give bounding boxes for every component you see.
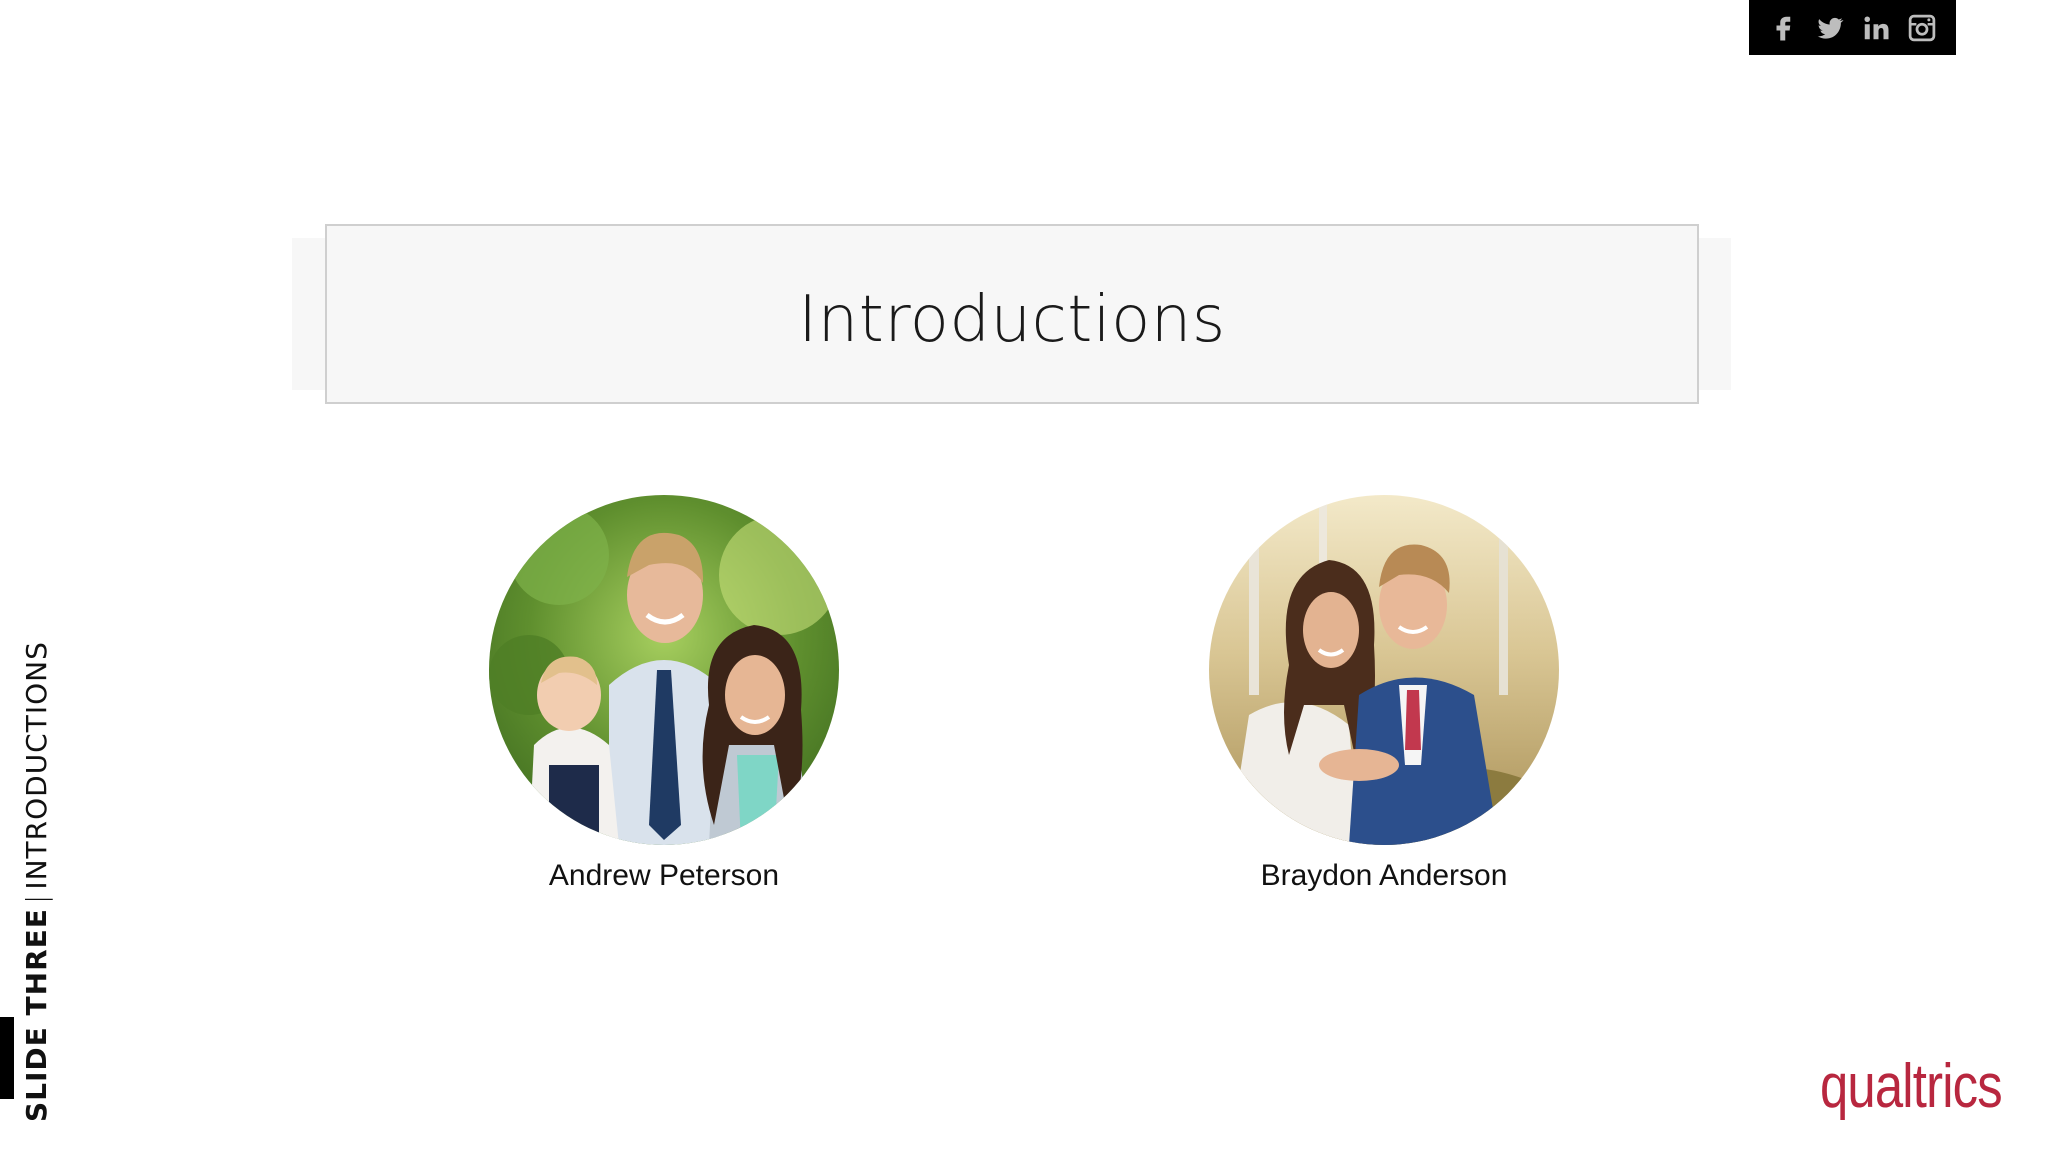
twitter-icon[interactable] xyxy=(1813,11,1847,45)
label-separator: | xyxy=(20,893,53,905)
social-bar xyxy=(1749,0,1956,55)
person-card-andrew: Andrew Peterson xyxy=(484,495,844,893)
person-name: Andrew Peterson xyxy=(548,859,780,892)
slide-number-label: SLIDE THREE xyxy=(20,908,53,1122)
profile-photo-andrew xyxy=(489,495,839,845)
slide: Introductions Andrew Peterson Braydon An… xyxy=(0,0,2048,1152)
linkedin-icon[interactable] xyxy=(1859,11,1893,45)
slide-section-label: SLIDE THREE | INTRODUCTIONS xyxy=(20,641,53,1122)
slide-title: Introductions xyxy=(798,283,1226,357)
side-marker xyxy=(0,1017,14,1099)
instagram-icon[interactable] xyxy=(1905,11,1939,45)
profile-photo-braydon xyxy=(1209,495,1559,845)
qualtrics-logo: qualtrics xyxy=(1820,1052,2003,1121)
section-name-label: INTRODUCTIONS xyxy=(20,641,53,890)
facebook-icon[interactable] xyxy=(1767,11,1801,45)
person-card-braydon: Braydon Anderson xyxy=(1204,495,1564,893)
person-name: Braydon Anderson xyxy=(1260,859,1508,892)
title-box: Introductions xyxy=(325,224,1699,404)
